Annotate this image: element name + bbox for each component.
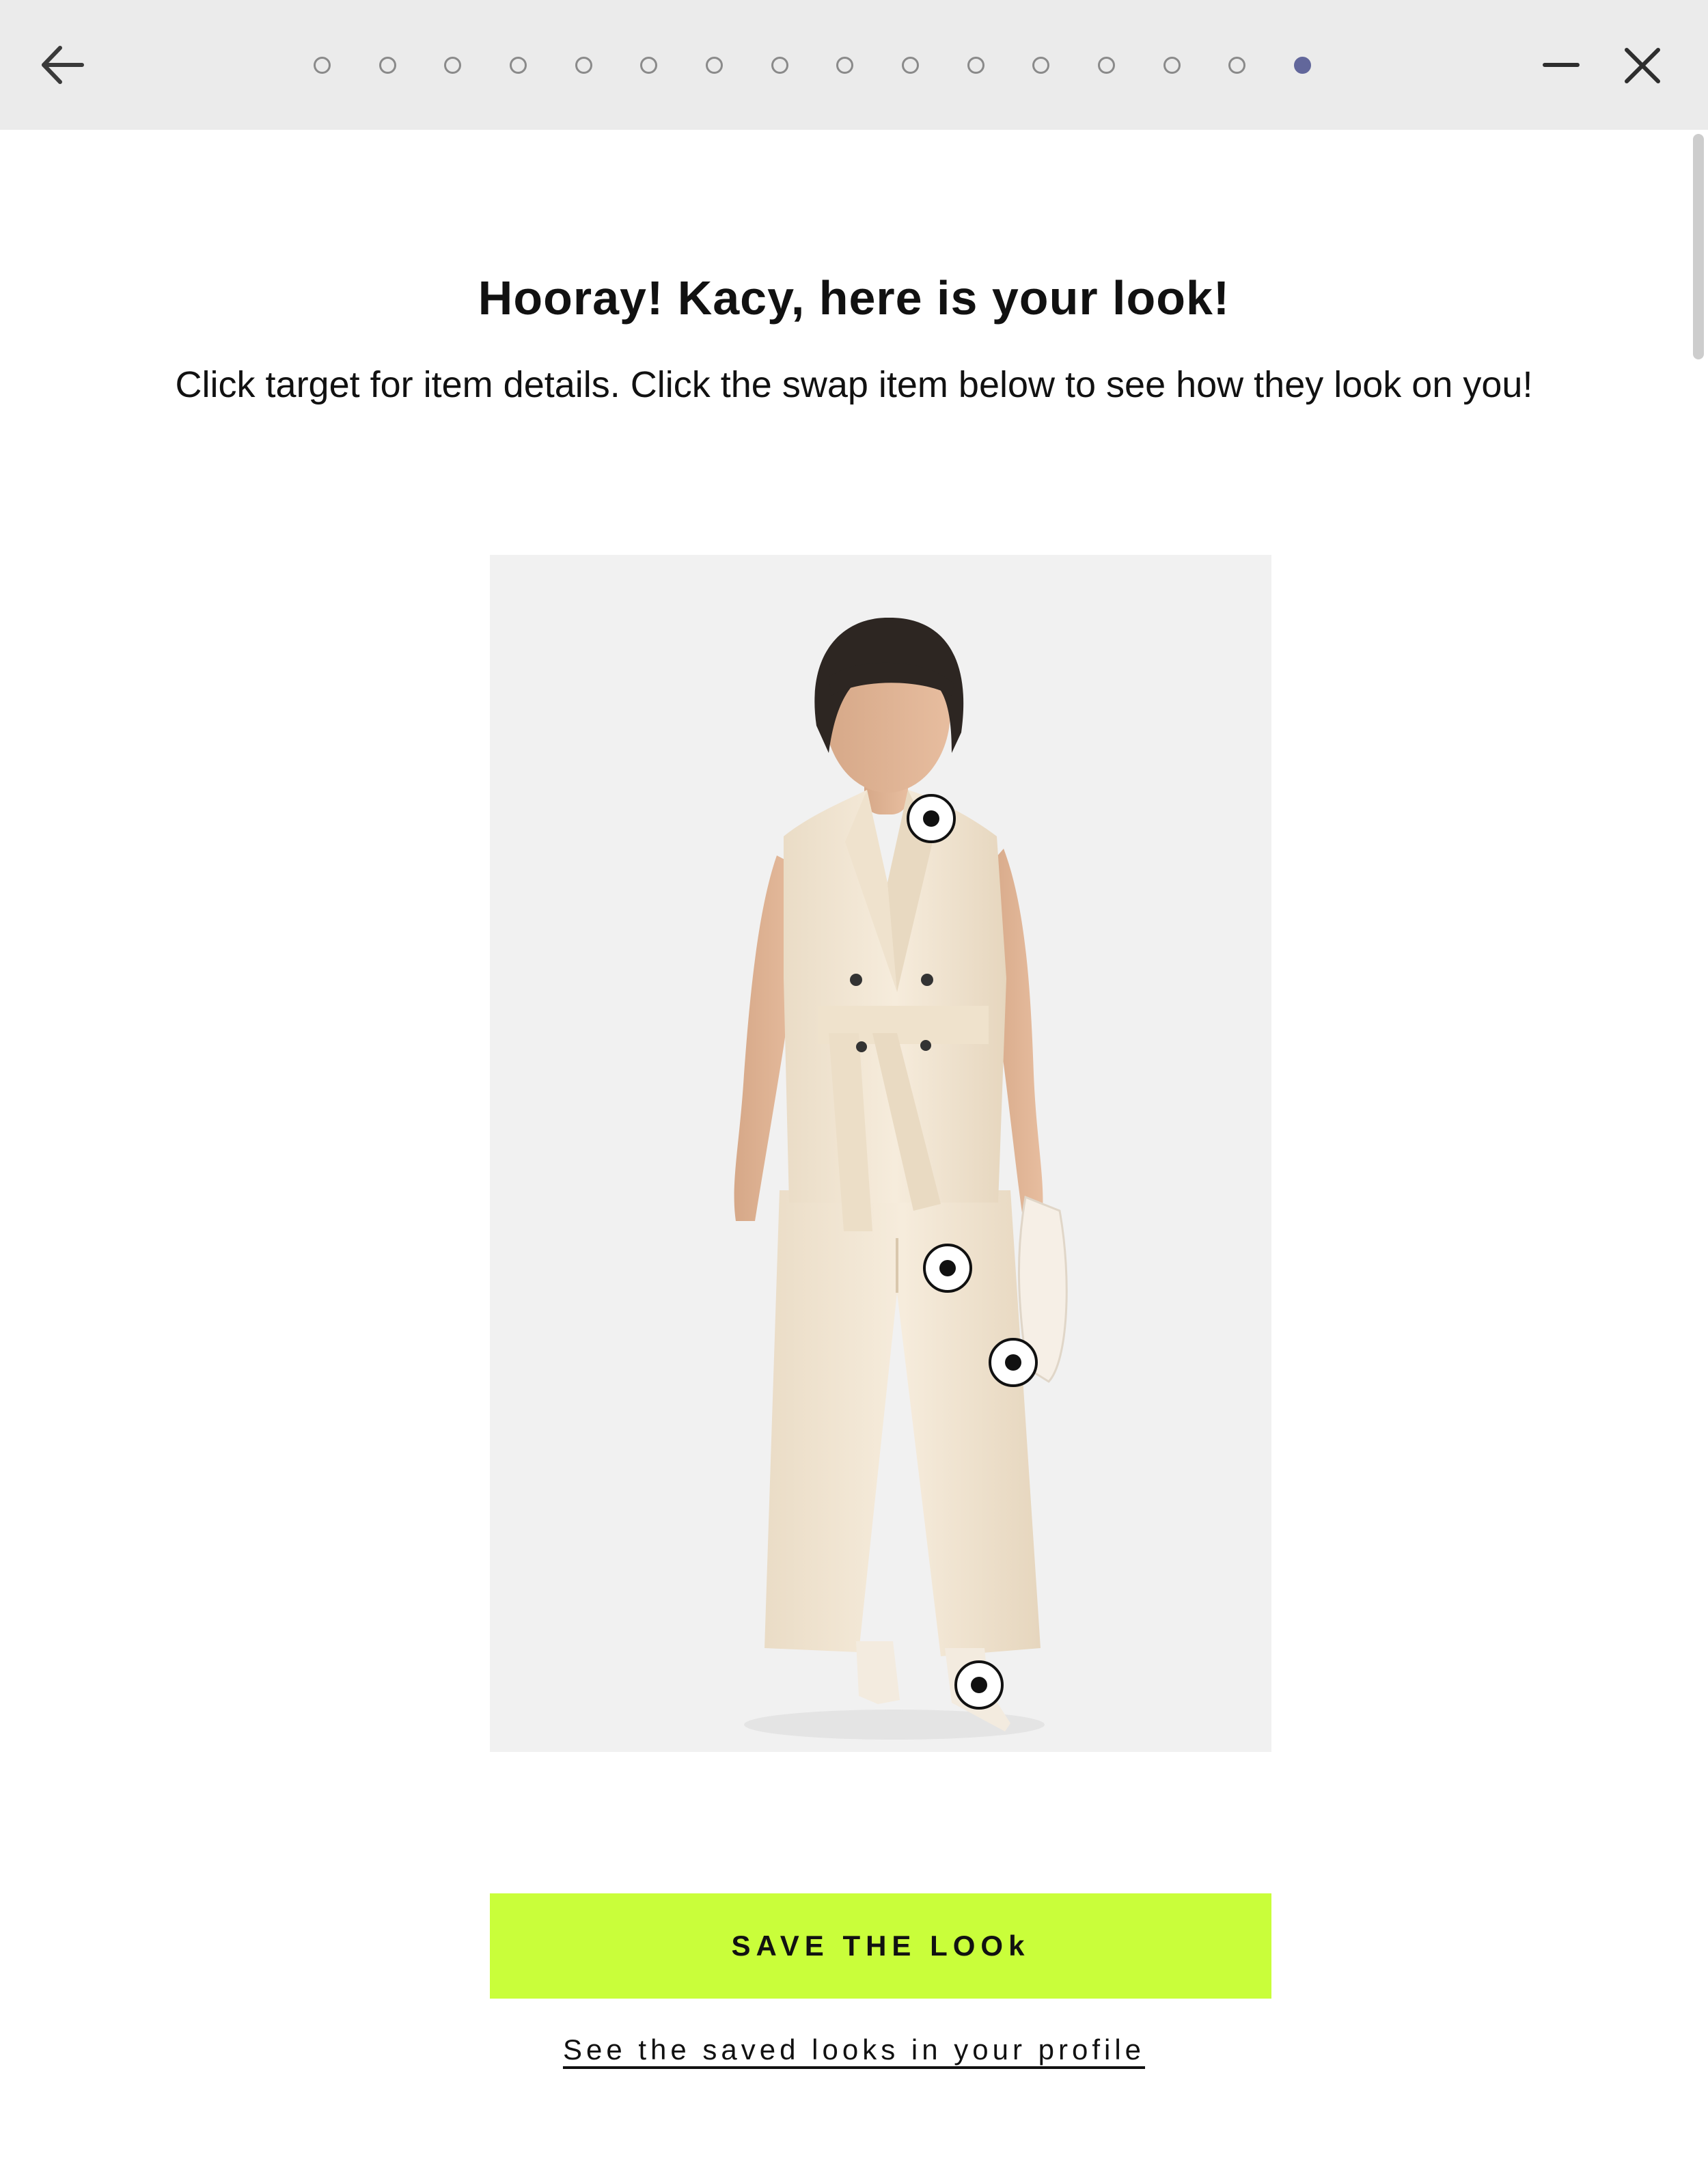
progress-dot-3[interactable] [444,56,462,74]
close-icon[interactable] [1623,46,1662,85]
progress-dot-13[interactable] [1097,56,1115,74]
progress-dot-10[interactable] [901,56,919,74]
progress-dot-16[interactable] [1293,56,1311,74]
progress-dot-4[interactable] [509,56,527,74]
saved-looks-link[interactable]: See the saved looks in your profile [0,2033,1708,2066]
progress-dot-12[interactable] [1032,56,1050,74]
progress-dot-11[interactable] [967,56,984,74]
progress-dot-14[interactable] [1163,56,1181,74]
progress-dot-8[interactable] [771,56,788,74]
hotspot-trousers[interactable] [923,1244,972,1293]
hotspot-bag[interactable] [989,1338,1038,1387]
hotspot-boots[interactable] [954,1660,1004,1710]
save-look-button[interactable]: SAVE THE LOOk [490,1893,1271,1999]
model-illustration [734,617,1068,1740]
progress-dot-2[interactable] [378,56,396,74]
progress-dot-5[interactable] [575,56,592,74]
progress-dot-1[interactable] [314,56,331,74]
scrollbar[interactable] [1693,130,1708,2166]
look-image [490,555,1271,1752]
minimize-icon[interactable] [1543,48,1580,82]
progress-dots [314,53,1311,77]
hotspot-vest[interactable] [907,794,956,843]
progress-dot-15[interactable] [1228,56,1246,74]
top-bar [0,0,1708,130]
progress-dot-6[interactable] [640,56,658,74]
progress-dot-7[interactable] [705,56,723,74]
arrow-left-icon[interactable] [38,42,86,87]
page-subtitle: Click target for item details. Click the… [175,364,1533,405]
scrollbar-thumb[interactable] [1693,134,1704,359]
progress-dot-9[interactable] [836,56,854,74]
page-title: Hooray! Kacy, here is your look! [478,271,1230,325]
